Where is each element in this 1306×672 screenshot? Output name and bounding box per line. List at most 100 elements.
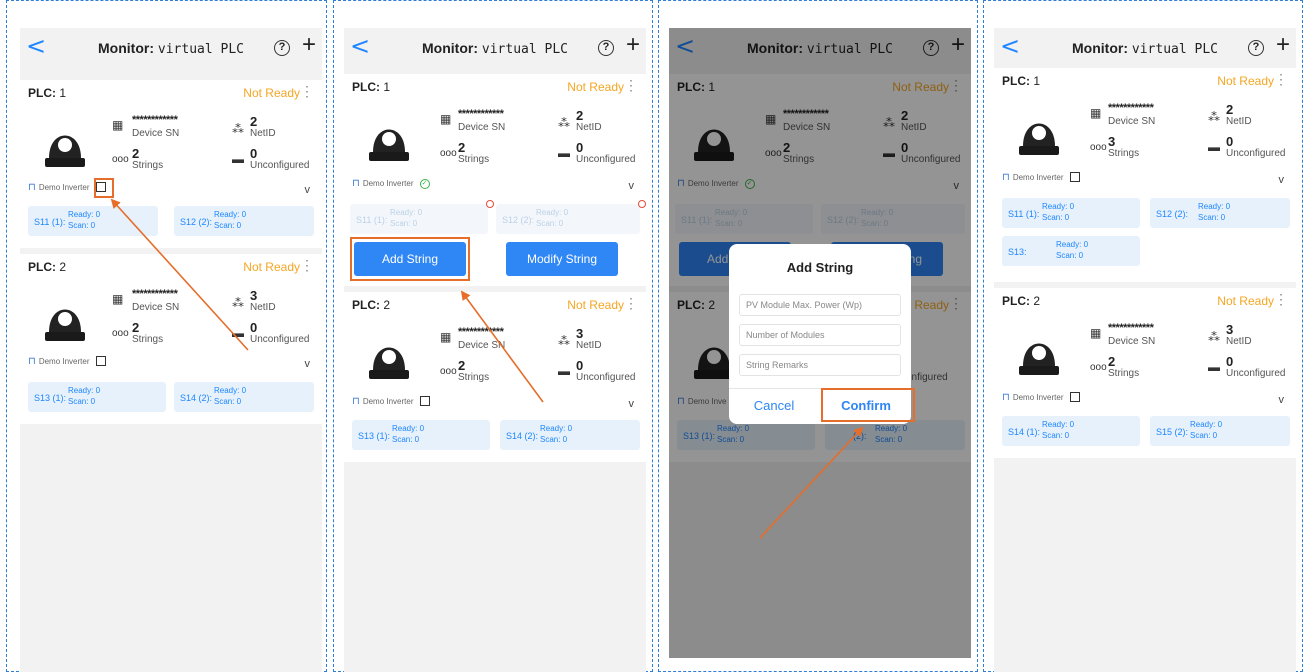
strings-value: 2: [132, 146, 140, 161]
chevron-down-icon[interactable]: v: [629, 180, 635, 192]
string-tile[interactable]: S11 (1): Ready: 0 Scan: 0: [28, 206, 158, 236]
demo-inverter-row: ⊓ Demo Inverter: [1002, 171, 1080, 183]
phone-screen-4: < Monitor: virtual PLC ? + PLC: 1 Not Re…: [994, 28, 1296, 672]
strings-value: 2: [1108, 354, 1116, 369]
netid-label: NetID: [1226, 336, 1252, 347]
unconfigured-value: 0: [576, 358, 584, 373]
string-tile[interactable]: S13 (1): Ready: 0 Scan: 0: [352, 420, 490, 450]
more-menu-icon[interactable]: ⋮: [624, 295, 638, 312]
device-sn-value: ************: [1108, 322, 1154, 334]
chevron-down-icon[interactable]: v: [305, 184, 311, 196]
more-menu-icon[interactable]: ⋮: [1274, 71, 1288, 88]
more-menu-icon[interactable]: ⋮: [300, 83, 314, 100]
more-menu-icon[interactable]: ⋮: [1274, 291, 1288, 308]
plc-card: PLC: 1 Not Ready ⋮ ▦ ************ Device…: [344, 74, 646, 286]
plus-icon[interactable]: +: [1276, 33, 1290, 57]
edit-icon[interactable]: [419, 395, 430, 406]
more-menu-icon[interactable]: ⋮: [624, 77, 638, 94]
current-sensor-image: [45, 309, 85, 341]
current-sensor-image: [369, 129, 409, 161]
network-icon: ⁂: [232, 122, 244, 136]
bookmark-icon: ⊓: [28, 356, 36, 367]
current-sensor-image: [45, 135, 85, 167]
unconfigured-value: 0: [1226, 134, 1234, 149]
strings-icon: ooo: [112, 154, 129, 165]
chevron-down-icon[interactable]: v: [629, 398, 635, 410]
plc-card: PLC: 2 Not Ready ⋮ ▦ ************ Device…: [344, 292, 646, 462]
device-sn-value: ************: [458, 326, 504, 338]
highlight-box: [94, 178, 114, 198]
device-sn-value: ************: [1108, 102, 1154, 114]
device-sn-label: Device SN: [1108, 336, 1156, 347]
device-sn-value: ************: [458, 108, 504, 120]
plus-icon[interactable]: +: [626, 33, 640, 57]
status-badge: Not Ready: [1217, 74, 1274, 88]
cancel-button[interactable]: Cancel: [729, 398, 819, 413]
bookmark-icon: ⊓: [1002, 392, 1010, 403]
netid-value: 3: [1226, 322, 1234, 337]
demo-inverter-row: ⊓ Demo Inverter: [1002, 391, 1080, 403]
unconfigured-label: Unconfigured: [576, 372, 636, 383]
question-circle-icon[interactable]: ?: [274, 40, 290, 56]
strings-label: Strings: [132, 160, 164, 171]
string-tile[interactable]: S15 (2): Ready: 0 Scan: 0: [1150, 416, 1290, 446]
string-tile[interactable]: S12 (2): Ready: 0 Scan: 0: [174, 206, 314, 236]
chevron-down-icon[interactable]: v: [1279, 174, 1285, 186]
max-power-field[interactable]: PV Module Max. Power (Wp): [739, 294, 901, 316]
check-circle-icon[interactable]: ✓: [419, 178, 430, 189]
plus-icon[interactable]: +: [302, 33, 316, 57]
highlight-box: [821, 388, 915, 422]
string-tile[interactable]: S13 (1): Ready: 0 Scan: 0: [28, 382, 166, 412]
edit-icon[interactable]: [95, 355, 106, 366]
plc-heading: PLC: 1: [28, 86, 67, 100]
current-sensor-image: [1019, 343, 1059, 375]
device-sn-label: Device SN: [1108, 116, 1156, 127]
qr-code-icon: ▦: [1090, 106, 1102, 120]
inverter-icon: ▬: [558, 146, 570, 160]
unconfigured-label: Unconfigured: [1226, 148, 1286, 159]
status-badge: Not Ready: [1217, 294, 1274, 308]
strings-icon: ooo: [440, 148, 457, 159]
phone-screen-3: < Monitor: virtual PLC ? + PLC: 1 Not Re…: [669, 28, 971, 658]
unconfigured-value: 0: [1226, 354, 1234, 369]
strings-label: Strings: [458, 154, 490, 165]
strings-value: 2: [458, 358, 466, 373]
string-tile[interactable]: S14 (2): Ready: 0 Scan: 0: [500, 420, 640, 450]
question-circle-icon[interactable]: ?: [598, 40, 614, 56]
string-tile[interactable]: S12 (2): Ready: 0 Scan: 0: [496, 204, 640, 234]
device-sn-label: Device SN: [132, 302, 180, 313]
chevron-down-icon[interactable]: v: [305, 358, 311, 370]
dialog-title: Add String: [786, 260, 854, 275]
module-count-field[interactable]: Number of Modules: [739, 324, 901, 346]
more-menu-icon[interactable]: ⋮: [300, 257, 314, 274]
qr-code-icon: ▦: [112, 118, 124, 132]
strings-label: Strings: [458, 372, 490, 383]
strings-value: 2: [458, 140, 466, 155]
chevron-down-icon[interactable]: v: [1279, 394, 1285, 406]
string-tile[interactable]: S12 (2): Ready: 0 Scan: 0: [1150, 198, 1290, 228]
plc-card: PLC: 2 Not Ready ⋮ ▦ ************ Device…: [20, 254, 322, 424]
plc-card: PLC: 1 Not Ready ⋮ ▦ ************ Device…: [994, 68, 1296, 282]
string-remarks-field[interactable]: String Remarks: [739, 354, 901, 376]
bookmark-icon: ⊓: [352, 178, 360, 189]
string-tile[interactable]: S14 (1): Ready: 0 Scan: 0: [1002, 416, 1140, 446]
network-icon: ⁂: [558, 334, 570, 348]
plc-heading: PLC: 2: [352, 298, 391, 312]
string-tile[interactable]: S13: Ready: 0 Scan: 0: [1002, 236, 1140, 266]
qr-code-icon: ▦: [440, 330, 452, 344]
remove-icon[interactable]: [486, 200, 494, 208]
remove-icon[interactable]: [638, 200, 646, 208]
strings-label: Strings: [132, 334, 164, 345]
inverter-icon: ▬: [1208, 140, 1220, 154]
unconfigured-label: Unconfigured: [576, 154, 636, 165]
strings-value: 3: [1108, 134, 1116, 149]
edit-icon[interactable]: [1069, 171, 1080, 182]
unconfigured-label: Unconfigured: [1226, 368, 1286, 379]
string-tile[interactable]: S11 (1): Ready: 0 Scan: 0: [1002, 198, 1140, 228]
string-tile[interactable]: S11 (1): Ready: 0 Scan: 0: [350, 204, 488, 234]
inverter-icon: ▬: [1208, 360, 1220, 374]
string-tile[interactable]: S14 (2): Ready: 0 Scan: 0: [174, 382, 314, 412]
edit-icon[interactable]: [1069, 391, 1080, 402]
question-circle-icon[interactable]: ?: [1248, 40, 1264, 56]
modify-string-button[interactable]: Modify String: [506, 242, 618, 276]
